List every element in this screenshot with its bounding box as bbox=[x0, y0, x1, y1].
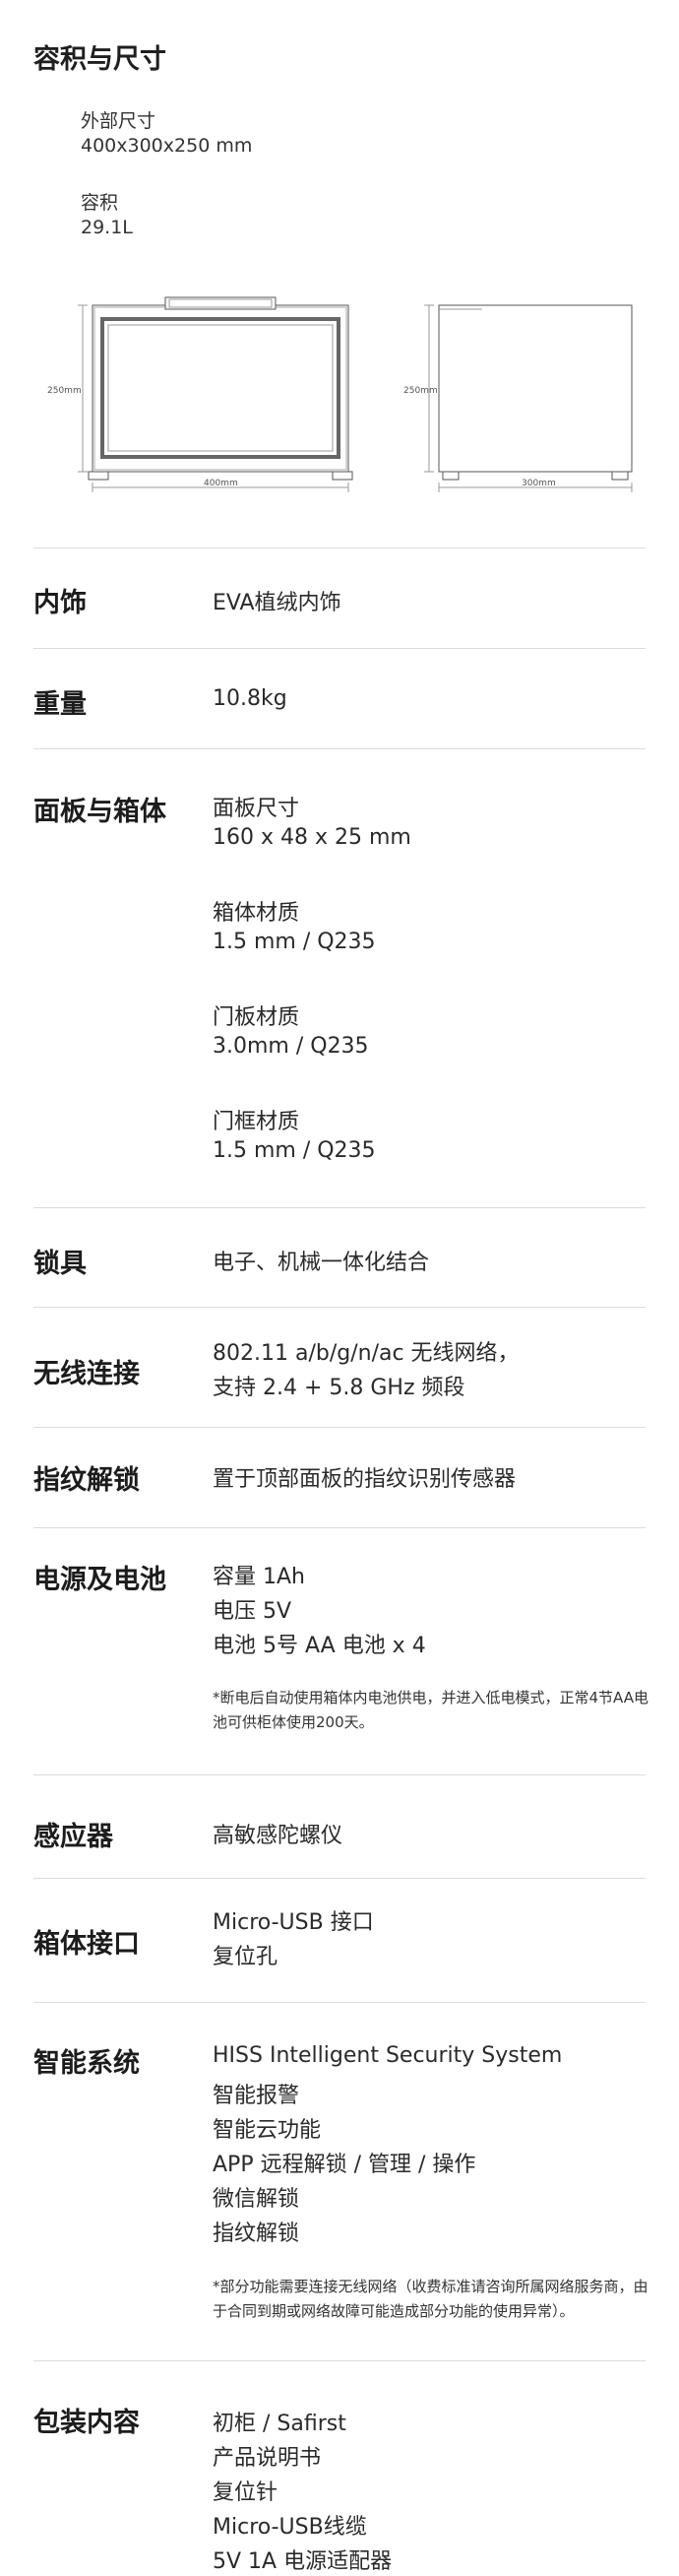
outer-size-label: 外部尺寸 bbox=[81, 110, 156, 132]
spec-value-lock: 电子、机械一体化结合 bbox=[213, 1251, 430, 1275]
divider bbox=[33, 2002, 646, 2003]
divider bbox=[33, 1774, 646, 1775]
divider bbox=[33, 1527, 646, 1528]
spec-value-wechat: 微信解锁 bbox=[213, 2187, 300, 2212]
spec-page: 容积与尺寸 外部尺寸 400x300x250 mm 容积 29.1L 250mm… bbox=[0, 0, 679, 2576]
spec-label-smart-system: 智能系统 bbox=[33, 2048, 140, 2079]
volume-value: 29.1L bbox=[81, 217, 133, 238]
spec-value-usb: Micro-USB 接口 bbox=[213, 1910, 374, 1935]
frame-material-value: 1.5 mm / Q235 bbox=[213, 1138, 376, 1163]
frame-material-label: 门框材质 bbox=[213, 1110, 300, 1134]
spec-value-reset: 复位孔 bbox=[213, 1945, 278, 1969]
door-material-value: 3.0mm / Q235 bbox=[213, 1034, 369, 1059]
power-note: *断电后自动使用箱体内电池供电，并进入低电模式，正常4节AA电池可供柜体使用20… bbox=[213, 1689, 648, 1731]
package-item-usb-cable: Micro-USB线缆 bbox=[213, 2515, 367, 2540]
package-item-reset-pin: 复位针 bbox=[213, 2480, 278, 2505]
front-width-label: 400mm bbox=[204, 479, 238, 488]
spec-label-package: 包装内容 bbox=[33, 2408, 140, 2438]
spec-value-wireless-2: 支持 2.4 + 5.8 GHz 频段 bbox=[213, 1376, 465, 1400]
divider bbox=[33, 1878, 646, 1879]
dimension-diagram: 250mm 400mm 250mm 300mm bbox=[47, 296, 633, 492]
door-material-label: 门板材质 bbox=[213, 1005, 300, 1030]
spec-value-hiss: HISS Intelligent Security System bbox=[213, 2043, 563, 2068]
divider bbox=[33, 748, 646, 749]
package-item-manual: 产品说明书 bbox=[213, 2446, 322, 2471]
smart-system-note: *部分功能需要连接无线网络（收费标准请咨询所属网络服务商，由于合同到期或网络故障… bbox=[213, 2278, 648, 2320]
panel-size-value: 160 x 48 x 25 mm bbox=[213, 825, 411, 850]
spec-value-fingerprint-unlock: 指纹解锁 bbox=[213, 2222, 300, 2246]
spec-value-app: APP 远程解锁 / 管理 / 操作 bbox=[213, 2153, 476, 2177]
spec-label-lock: 锁具 bbox=[33, 1249, 87, 1279]
package-item-adapter: 5V 1A 电源适配器 bbox=[213, 2549, 393, 2574]
spec-label-panel-body: 面板与箱体 bbox=[33, 797, 166, 827]
section-title: 容积与尺寸 bbox=[33, 44, 166, 75]
spec-value-weight: 10.8kg bbox=[213, 686, 287, 711]
spec-value-wireless-1: 802.11 a/b/g/n/ac 无线网络， bbox=[213, 1341, 520, 1366]
spec-label-ports: 箱体接口 bbox=[33, 1929, 140, 1960]
spec-label-weight: 重量 bbox=[33, 689, 87, 720]
divider bbox=[33, 1427, 646, 1428]
divider bbox=[33, 648, 646, 649]
spec-value-interior: EVA植绒内饰 bbox=[213, 591, 341, 615]
divider bbox=[33, 2360, 646, 2361]
spec-label-sensor: 感应器 bbox=[33, 1822, 113, 1852]
spec-label-power: 电源及电池 bbox=[33, 1565, 166, 1595]
divider bbox=[33, 1207, 646, 1208]
spec-label-wireless: 无线连接 bbox=[33, 1359, 140, 1389]
outer-size-value: 400x300x250 mm bbox=[81, 135, 253, 157]
spec-value-battery: 电池 5号 AA 电池 x 4 bbox=[213, 1634, 426, 1658]
panel-size-label: 面板尺寸 bbox=[213, 797, 300, 821]
side-width-label: 300mm bbox=[522, 479, 556, 488]
spec-value-capacity: 容量 1Ah bbox=[213, 1565, 305, 1589]
side-height-label: 250mm bbox=[403, 386, 438, 396]
spec-value-sensor: 高敏感陀螺仪 bbox=[213, 1824, 343, 1848]
spec-value-fingerprint: 置于顶部面板的指纹识别传感器 bbox=[213, 1467, 517, 1492]
divider bbox=[33, 547, 646, 548]
front-height-label: 250mm bbox=[47, 386, 82, 396]
body-material-label: 箱体材质 bbox=[213, 901, 300, 926]
body-material-value: 1.5 mm / Q235 bbox=[213, 930, 376, 954]
spec-label-interior: 内饰 bbox=[33, 588, 87, 618]
package-item-cabinet: 初柜 / Safirst bbox=[213, 2412, 346, 2436]
side-view-drawing bbox=[424, 304, 633, 492]
volume-label: 容积 bbox=[81, 192, 119, 214]
spec-value-voltage: 电压 5V bbox=[213, 1599, 292, 1624]
divider bbox=[33, 1307, 646, 1308]
spec-label-fingerprint: 指纹解锁 bbox=[33, 1465, 140, 1496]
spec-value-alarm: 智能报警 bbox=[213, 2084, 300, 2108]
front-view-drawing bbox=[78, 296, 353, 492]
spec-value-cloud: 智能云功能 bbox=[213, 2118, 322, 2143]
